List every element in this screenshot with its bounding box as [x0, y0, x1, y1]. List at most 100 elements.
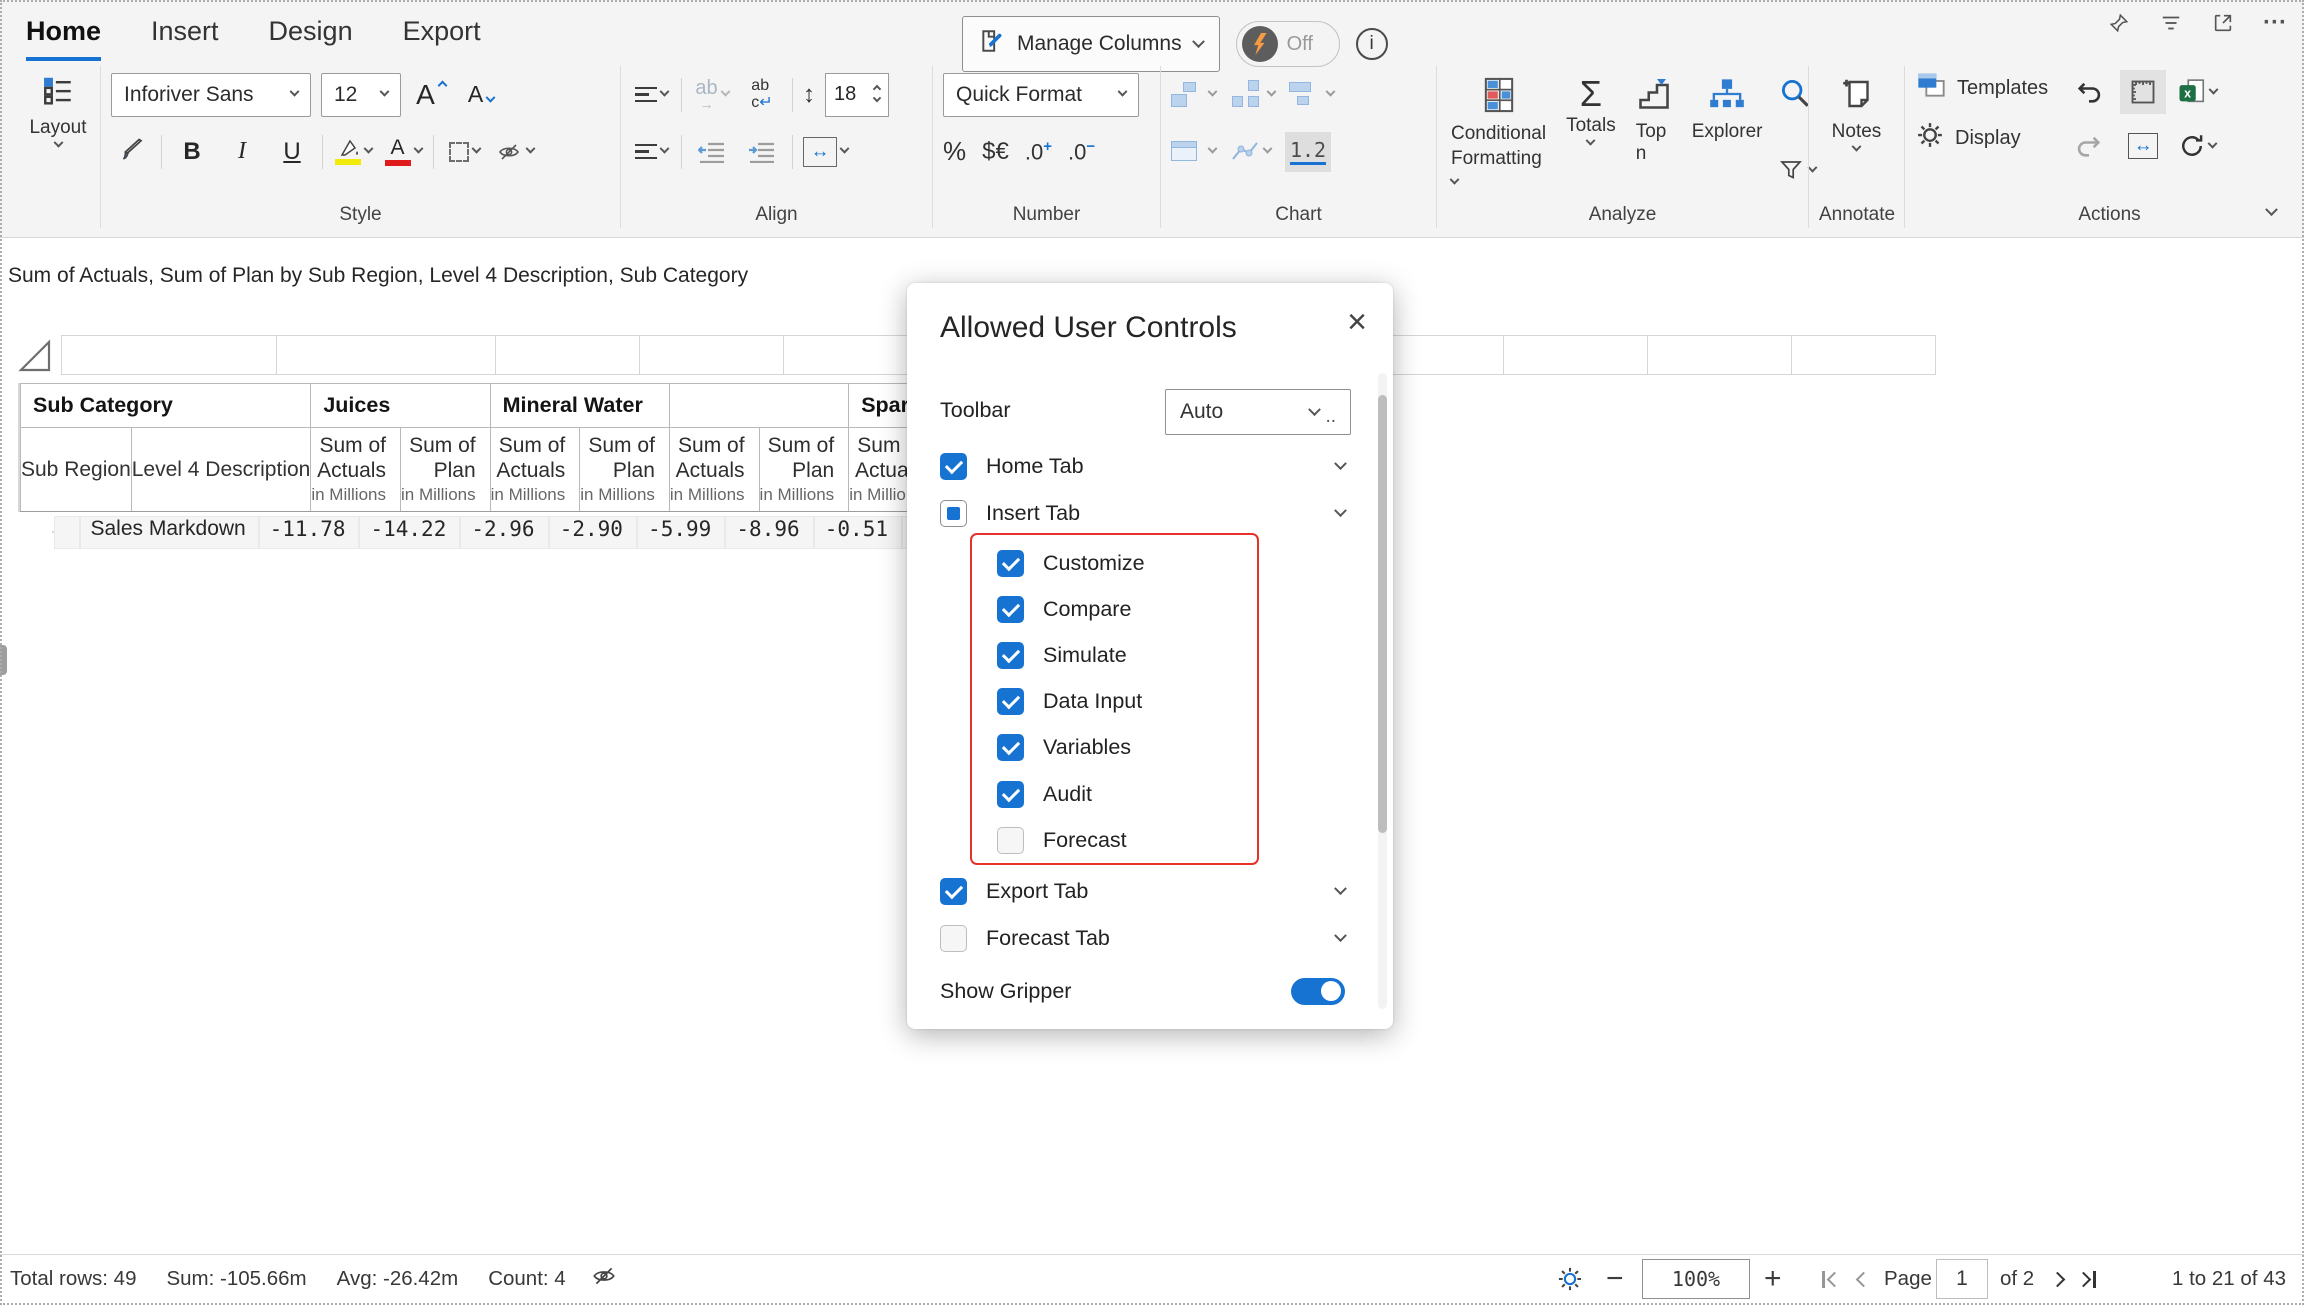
- dialog-checkbox-row[interactable]: Home Tab: [940, 446, 1353, 486]
- next-page-button[interactable]: [2052, 1255, 2063, 1303]
- tab-insert[interactable]: Insert: [151, 16, 219, 61]
- row-height-stepper[interactable]: 18: [825, 73, 889, 117]
- borders-button[interactable]: [444, 130, 484, 174]
- zoom-out-button[interactable]: −: [1606, 1255, 1624, 1303]
- checkbox-checked[interactable]: [940, 453, 967, 480]
- conditional-formatting-button[interactable]: Conditional Formatting: [1447, 74, 1550, 193]
- checkbox-checked[interactable]: [997, 642, 1024, 669]
- decrease-decimal-button[interactable]: .0−: [1068, 138, 1095, 165]
- left-gripper[interactable]: [0, 645, 7, 675]
- group-header[interactable]: Mineral Water: [490, 384, 669, 428]
- percent-button[interactable]: %: [943, 136, 966, 167]
- redo-button[interactable]: [2066, 124, 2112, 168]
- measure-header[interactable]: Sum of Actualsin Millions: [669, 428, 759, 512]
- fit-width-button[interactable]: ↔: [803, 130, 848, 174]
- format-painter-button[interactable]: [111, 130, 151, 174]
- empty-header-cell[interactable]: [1791, 335, 1936, 375]
- chevron-down-icon[interactable]: [1334, 504, 1347, 517]
- value-cell[interactable]: -14.22: [359, 516, 460, 549]
- value-cell[interactable]: -2.96: [460, 516, 548, 549]
- checkbox-checked[interactable]: [997, 781, 1024, 808]
- column-header[interactable]: Sub Region: [21, 428, 132, 512]
- checkbox-checked[interactable]: [997, 596, 1024, 623]
- level4-cell[interactable]: Sales Markdown: [80, 516, 259, 549]
- hide-values-button[interactable]: [494, 130, 534, 174]
- fit-to-width-button[interactable]: ↔: [2120, 124, 2166, 168]
- select-all-corner-icon[interactable]: [18, 337, 54, 380]
- checkbox-unchecked[interactable]: [940, 925, 967, 952]
- export-excel-button[interactable]: x: [2174, 70, 2220, 114]
- underline-button[interactable]: U: [272, 130, 312, 174]
- font-size-select[interactable]: 12: [321, 73, 401, 117]
- dialog-child-checkbox-row[interactable]: Compare: [997, 589, 1131, 629]
- table-chart-button[interactable]: [1171, 130, 1216, 174]
- dialog-checkbox-row[interactable]: Export Tab: [940, 871, 1353, 911]
- filter-lines-icon[interactable]: [2160, 12, 2182, 34]
- display-button[interactable]: Display: [1915, 120, 2048, 156]
- group-header[interactable]: [669, 384, 848, 428]
- empty-header-cell[interactable]: [61, 335, 277, 375]
- first-page-button[interactable]: [1822, 1255, 1840, 1303]
- layout-button[interactable]: Layout: [26, 72, 90, 151]
- font-family-select[interactable]: Inforiver Sans: [111, 73, 311, 117]
- pin-icon[interactable]: [2108, 12, 2130, 34]
- close-icon[interactable]: ×: [1347, 305, 1367, 339]
- tab-home[interactable]: Home: [26, 16, 101, 61]
- totals-button[interactable]: Σ Totals: [1562, 74, 1620, 149]
- tab-design[interactable]: Design: [269, 16, 353, 61]
- increase-font-button[interactable]: A: [411, 73, 451, 117]
- measure-header[interactable]: Sum of Planin Millions: [400, 428, 490, 512]
- hierarchy-chart-button[interactable]: [1230, 73, 1275, 117]
- ruler-button[interactable]: [2120, 70, 2166, 114]
- chevron-down-icon[interactable]: [1334, 882, 1347, 895]
- toolbar-select[interactable]: Auto ..: [1165, 389, 1351, 435]
- dialog-scrollbar-thumb[interactable]: [1378, 395, 1387, 833]
- chevron-down-icon[interactable]: [1334, 929, 1347, 942]
- dialog-checkbox-row[interactable]: Forecast Tab: [940, 918, 1353, 958]
- info-icon[interactable]: i: [1356, 28, 1388, 60]
- vertical-align-button[interactable]: [631, 73, 671, 117]
- explorer-button[interactable]: Explorer: [1688, 74, 1767, 145]
- dialog-child-checkbox-row[interactable]: Customize: [997, 543, 1145, 583]
- quick-format-select[interactable]: Quick Format: [943, 73, 1139, 117]
- value-cell[interactable]: -2.90: [549, 516, 637, 549]
- previous-page-button[interactable]: [1858, 1255, 1869, 1303]
- top-n-button[interactable]: Top n: [1632, 74, 1676, 167]
- empty-header-cell[interactable]: [276, 335, 496, 375]
- empty-header-cell[interactable]: [495, 335, 640, 375]
- column-header[interactable]: Level 4 Description: [131, 428, 311, 512]
- italic-button[interactable]: I: [222, 130, 262, 174]
- currency-button[interactable]: $€: [982, 138, 1009, 166]
- manage-columns-button[interactable]: Manage Columns: [962, 16, 1220, 72]
- measure-header[interactable]: Sum of Planin Millions: [580, 428, 670, 512]
- font-color-button[interactable]: A: [383, 130, 423, 174]
- bold-button[interactable]: B: [172, 130, 212, 174]
- notes-button[interactable]: Notes: [1819, 74, 1894, 155]
- increase-decimal-button[interactable]: .0+: [1025, 138, 1052, 165]
- value-cell[interactable]: -11.78: [259, 516, 360, 549]
- decrease-font-button[interactable]: A: [461, 73, 501, 117]
- checkbox-unchecked[interactable]: [997, 827, 1024, 854]
- increase-indent-button[interactable]: [742, 130, 782, 174]
- dialog-checkbox-row[interactable]: Insert Tab: [940, 493, 1353, 533]
- empty-header-cell[interactable]: [639, 335, 784, 375]
- dialog-child-checkbox-row[interactable]: Forecast: [997, 820, 1127, 860]
- sub-region-cell[interactable]: [54, 516, 80, 549]
- value-cell[interactable]: -8.96: [725, 516, 813, 549]
- more-options-icon[interactable]: ···: [2264, 12, 2286, 34]
- measure-header[interactable]: Sum of Planin Millions: [759, 428, 849, 512]
- checkbox-indeterminate[interactable]: [940, 500, 967, 527]
- eye-off-icon[interactable]: [590, 1263, 618, 1295]
- settings-gear-icon[interactable]: [1556, 1255, 1584, 1303]
- fill-color-button[interactable]: [333, 130, 373, 174]
- text-overflow-button[interactable]: ab→: [692, 73, 732, 117]
- ai-toggle[interactable]: Off: [1236, 21, 1340, 67]
- checkbox-checked[interactable]: [997, 550, 1024, 577]
- value-cell[interactable]: -0.51: [814, 516, 902, 549]
- templates-button[interactable]: Templates: [1915, 70, 2048, 106]
- dialog-child-checkbox-row[interactable]: Simulate: [997, 635, 1127, 675]
- zoom-level-box[interactable]: 100%: [1642, 1259, 1750, 1299]
- refresh-button[interactable]: [2174, 124, 2220, 168]
- bar-chart-button[interactable]: [1171, 73, 1216, 117]
- dialog-child-checkbox-row[interactable]: Variables: [997, 728, 1131, 768]
